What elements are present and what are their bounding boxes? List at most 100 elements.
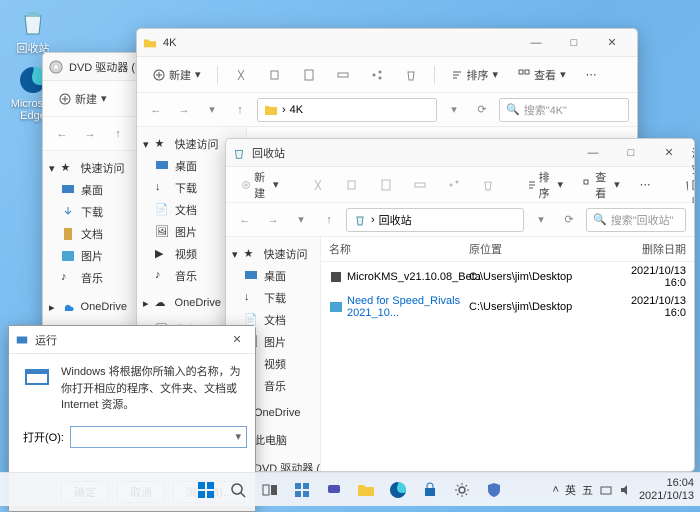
search-icon: 🔍: [506, 103, 520, 116]
view-button[interactable]: 查看▾: [510, 62, 574, 88]
explorer-button[interactable]: [352, 476, 380, 504]
network-icon[interactable]: [599, 483, 613, 497]
new-button[interactable]: 新建▾: [145, 62, 209, 88]
addressbar: ← → ▾ ↑ ›4K ▾ ⟳ 🔍搜索"4K": [137, 93, 637, 127]
chevron-down-icon[interactable]: ▾: [290, 209, 312, 231]
column-headers[interactable]: 名称 原位置 删除日期: [321, 237, 694, 262]
chevron-down-icon: ▾: [195, 68, 201, 81]
back-button[interactable]: ←: [234, 209, 256, 231]
tray-chevron-icon[interactable]: ˄: [553, 484, 559, 496]
cut-button[interactable]: [303, 172, 333, 198]
settings-button[interactable]: [448, 476, 476, 504]
new-button[interactable]: 新建▾: [234, 172, 287, 198]
dropdown-button[interactable]: ▾: [443, 99, 465, 121]
file-orig: C:\Users\jim\Desktop: [469, 271, 619, 283]
chevron-down-icon: ▾: [560, 68, 566, 81]
close-button[interactable]: ✕: [650, 140, 688, 166]
refresh-button[interactable]: ⟳: [558, 209, 580, 231]
volume-icon[interactable]: [619, 483, 633, 497]
col-orig[interactable]: 原位置: [469, 241, 619, 257]
address-input[interactable]: ›回收站: [346, 208, 524, 232]
sidebar-downloads[interactable]: ↓下载: [226, 287, 320, 309]
sort-button[interactable]: 排序▾: [519, 172, 572, 198]
sort-button[interactable]: 排序▾: [443, 62, 507, 88]
run-input[interactable]: [70, 426, 248, 448]
dropdown-button[interactable]: ▾: [530, 209, 552, 231]
back-button[interactable]: ←: [145, 99, 167, 121]
paste-button[interactable]: [294, 62, 324, 88]
search-input[interactable]: 🔍搜索"4K": [499, 98, 629, 122]
chevron-right-icon: ›: [282, 104, 286, 116]
chevron-down-icon: ▾: [493, 68, 499, 81]
back-button[interactable]: ←: [51, 123, 73, 145]
image-icon: [329, 300, 343, 314]
exe-icon: [329, 270, 343, 284]
col-del[interactable]: 删除日期: [619, 241, 686, 257]
taskview-button[interactable]: [256, 476, 284, 504]
titlebar[interactable]: 运行 ✕: [9, 326, 255, 354]
rename-button[interactable]: [405, 172, 435, 198]
file-row[interactable]: MicroKMS_v21.10.08_Beta C:\Users\jim\Des…: [321, 262, 694, 292]
close-button[interactable]: ✕: [225, 330, 249, 350]
chevron-down-icon: ▾: [232, 248, 238, 261]
up-button[interactable]: ↑: [229, 99, 251, 121]
share-button[interactable]: [439, 172, 469, 198]
titlebar[interactable]: 4K ― □ ✕: [137, 29, 637, 57]
chevron-down-icon[interactable]: ▾: [235, 430, 241, 443]
forward-button[interactable]: →: [173, 99, 195, 121]
copy-button[interactable]: [260, 62, 290, 88]
minimize-button[interactable]: ―: [517, 30, 555, 56]
search-button[interactable]: [224, 476, 252, 504]
security-button[interactable]: [480, 476, 508, 504]
forward-button[interactable]: →: [79, 123, 101, 145]
chat-button[interactable]: [320, 476, 348, 504]
cut-button[interactable]: [226, 62, 256, 88]
delete-button[interactable]: [473, 172, 503, 198]
edge-button[interactable]: [384, 476, 412, 504]
new-button[interactable]: 新建▾: [51, 86, 115, 112]
col-name[interactable]: 名称: [329, 241, 469, 257]
widgets-button[interactable]: [288, 476, 316, 504]
search-input[interactable]: 🔍搜索"回收站": [586, 208, 686, 232]
refresh-button[interactable]: ⟳: [471, 99, 493, 121]
paste-button[interactable]: [371, 172, 401, 198]
sidebar-quick-access[interactable]: ▾★快速访问: [226, 243, 320, 265]
start-button[interactable]: [192, 476, 220, 504]
maximize-button[interactable]: □: [555, 30, 593, 56]
view-button[interactable]: 查看▾: [575, 172, 628, 198]
doc-icon: [61, 227, 75, 241]
share-button[interactable]: [362, 62, 392, 88]
taskbar: ˄ 英 五 16:04 2021/10/13: [0, 472, 700, 506]
minimize-button[interactable]: ―: [574, 140, 612, 166]
video-icon: ▶: [155, 247, 169, 261]
desktop-icon-recycle[interactable]: 回收站: [8, 6, 58, 56]
empty-recyclebin-button[interactable]: 清空回收站: [675, 172, 695, 198]
close-button[interactable]: ✕: [593, 30, 631, 56]
address-input[interactable]: ›4K: [257, 98, 437, 122]
store-button[interactable]: [416, 476, 444, 504]
file-row[interactable]: Need for Speed_Rivals 2021_10... C:\User…: [321, 292, 694, 322]
file-name: MicroKMS_v21.10.08_Beta: [347, 271, 481, 283]
chevron-down-icon[interactable]: ▾: [201, 99, 223, 121]
cloud-icon: [61, 300, 75, 314]
sidebar-desktop[interactable]: 桌面: [226, 265, 320, 287]
ime-mode[interactable]: 五: [582, 482, 593, 498]
folder-icon: [264, 103, 278, 117]
up-button[interactable]: ↑: [318, 209, 340, 231]
forward-button[interactable]: →: [262, 209, 284, 231]
download-icon: ↓: [155, 181, 169, 195]
copy-button[interactable]: [337, 172, 367, 198]
titlebar[interactable]: 回收站 ― □ ✕: [226, 139, 694, 167]
window-recyclebin: 回收站 ― □ ✕ 新建▾ 排序▾ 查看▾ ⋯ 清空回收站 ← → ▾ ↑ ›回…: [225, 138, 695, 472]
more-button[interactable]: ⋯: [578, 62, 605, 88]
pic-icon: [61, 249, 75, 263]
rename-button[interactable]: [328, 62, 358, 88]
up-button[interactable]: ↑: [107, 123, 129, 145]
ime-indicator[interactable]: 英: [565, 482, 576, 498]
music-icon: ♪: [61, 271, 75, 285]
clock[interactable]: 16:04 2021/10/13: [639, 477, 694, 501]
chevron-down-icon: ▾: [273, 178, 279, 191]
more-button[interactable]: ⋯: [632, 172, 659, 198]
delete-button[interactable]: [396, 62, 426, 88]
maximize-button[interactable]: □: [612, 140, 650, 166]
